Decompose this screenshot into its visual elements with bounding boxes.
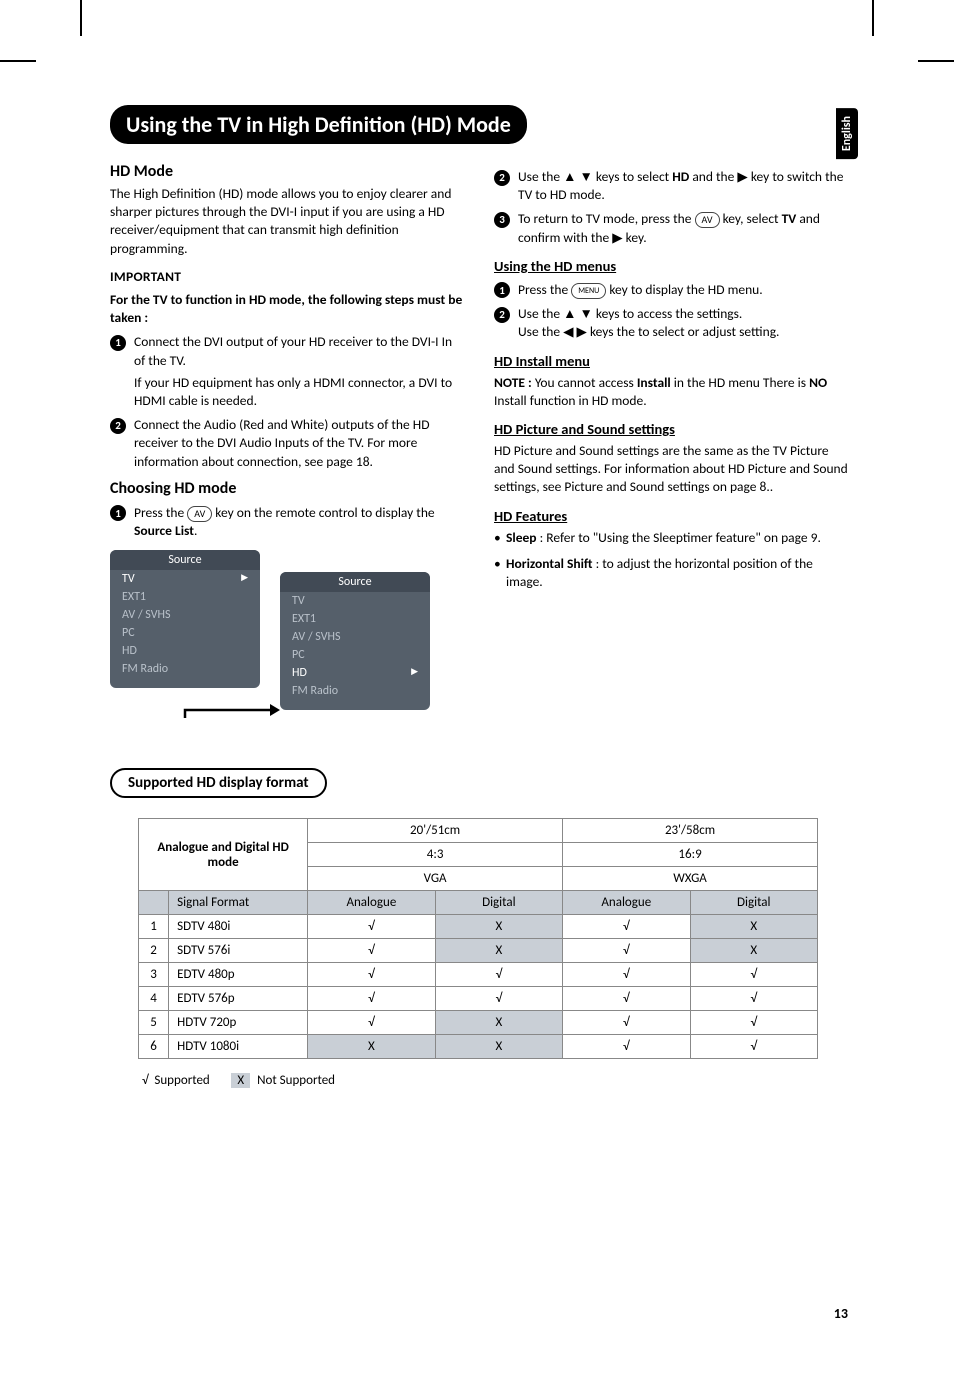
table-size-2: 23'/58cm (563, 819, 818, 843)
col-digital: Digital (690, 891, 817, 915)
hd-install-note: NOTE : You cannot access Install in the … (494, 374, 850, 410)
page-content: Using the TV in High Definition (HD) Mod… (110, 105, 850, 1088)
source-panel-header: Source (280, 572, 430, 592)
choosing-hd-heading: Choosing HD mode (110, 479, 466, 498)
choose-step-1-icon: 1 (110, 505, 126, 521)
right-step-2: 2 Use the ▲ ▼ keys to select HD and the … (494, 168, 850, 204)
r-step3-mid: key, select (720, 210, 782, 227)
feature-hshift: Horizontal Shift : to adjust the horizon… (494, 555, 850, 591)
source-item: HD (110, 642, 260, 660)
table-row: 3EDTV 480p √√ √√ (139, 963, 818, 987)
step-number-2-icon: 2 (494, 170, 510, 186)
av-key-icon: AV (695, 212, 720, 228)
important-heading: IMPORTANT (110, 268, 466, 285)
av-key-icon: AV (187, 506, 212, 522)
r-step2-mid: and the ▶ key to (689, 168, 787, 185)
hdmenu-step-1: 1 Press the MENU key to display the HD m… (494, 281, 850, 299)
choose-step-1: 1 Press the AV key on the remote control… (110, 504, 466, 540)
step-number-1-icon: 1 (110, 335, 126, 351)
triangle-right-icon: ▶ (411, 666, 418, 677)
arrow-icon (180, 700, 280, 720)
source-item: TV (280, 592, 430, 610)
step1-line-a: Connect the DVI output of your HD receiv… (134, 333, 466, 369)
feature-sleep: Sleep : Refer to "Using the Sleeptimer f… (494, 529, 850, 547)
hdmenu1-post: key to display the HD menu. (606, 281, 762, 298)
choose-step1-pre: Press the (134, 504, 187, 521)
step-number-2-icon: 2 (110, 418, 126, 434)
hdmenu-step-2: 2 Use the ▲ ▼ keys to access the setting… (494, 305, 850, 341)
menu-key-icon: MENU (571, 283, 606, 299)
source-item: AV / SVHS (110, 606, 260, 624)
choose-step1-end: . (194, 522, 197, 539)
triangle-right-icon: ▶ (241, 572, 248, 583)
step-number-1-icon: 1 (494, 282, 510, 298)
hdmenu2a: Use the ▲ ▼ keys to access the settings. (518, 305, 850, 323)
important-intro: For the TV to function in HD mode, the f… (110, 291, 466, 327)
hd-format-table: Analogue and Digital HD mode 20'/51cm 23… (138, 818, 818, 1059)
legend-check-icon: √ (142, 1073, 148, 1088)
legend: √ Supported X Not Supported (142, 1073, 850, 1088)
source-panel-right: Source TV EXT1 AV / SVHS PC HD▶ FM Radio (280, 572, 430, 710)
step-number-2-icon: 2 (494, 307, 510, 323)
col-digital: Digital (435, 891, 562, 915)
legend-supported: Supported (154, 1073, 209, 1088)
r-step2-bold: HD (672, 168, 689, 185)
r-step3-pre: To return to TV mode, press the (518, 210, 695, 227)
right-step-3: 3 To return to TV mode, press the AV key… (494, 210, 850, 246)
hdmenu2b: Use the ◀ ▶ keys the to select or adjust… (518, 323, 850, 341)
section-title-bar: Using the TV in High Definition (HD) Mod… (110, 105, 527, 144)
using-hd-menus-heading: Using the HD menus (494, 257, 850, 275)
step1-line-b: If your HD equipment has only a HDMI con… (134, 374, 466, 410)
hd-features-heading: HD Features (494, 507, 850, 525)
col-analogue: Analogue (563, 891, 690, 915)
table-ar-2: 16:9 (563, 843, 818, 867)
hd-pic-sound-heading: HD Picture and Sound settings (494, 420, 850, 438)
r-step2-pre: Use the ▲ ▼ keys to select (518, 168, 672, 185)
source-item: AV / SVHS (280, 628, 430, 646)
table-row: 2SDTV 576i √X √X (139, 939, 818, 963)
hd-mode-heading: HD Mode (110, 162, 466, 181)
table-res-2: WXGA (563, 867, 818, 891)
r-step3-bold: TV (782, 210, 797, 227)
source-item: EXT1 (110, 588, 260, 606)
step2-text: Connect the Audio (Red and White) output… (134, 416, 466, 471)
source-panel-left: Source TV▶ EXT1 AV / SVHS PC HD FM Radio (110, 550, 260, 688)
table-row: 6HDTV 1080i XX √√ (139, 1035, 818, 1059)
step-number-3-icon: 3 (494, 212, 510, 228)
table-ar-1: 4:3 (308, 843, 563, 867)
source-item: PC (280, 646, 430, 664)
source-item-tv: TV▶ (110, 570, 260, 588)
col-analogue: Analogue (308, 891, 435, 915)
table-size-1: 20'/51cm (308, 819, 563, 843)
table-row: 1SDTV 480i √X √X (139, 915, 818, 939)
right-column: 2 Use the ▲ ▼ keys to select HD and the … (494, 154, 850, 750)
col-signal-format: Signal Format (169, 891, 308, 915)
choose-step1-post: key on the remote control to display the (212, 504, 434, 521)
source-item: FM Radio (280, 682, 430, 700)
page-number: 13 (834, 1305, 848, 1322)
source-item: FM Radio (110, 660, 260, 678)
step-2: 2 Connect the Audio (Red and White) outp… (110, 416, 466, 471)
hdmenu1-pre: Press the (518, 281, 571, 298)
hd-mode-paragraph: The High Definition (HD) mode allows you… (110, 185, 466, 258)
table-res-1: VGA (308, 867, 563, 891)
legend-x-icon: X (231, 1073, 250, 1088)
hd-pic-sound-para: HD Picture and Sound settings are the sa… (494, 442, 850, 497)
choose-step1-bold: Source List (134, 522, 194, 539)
left-column: HD Mode The High Definition (HD) mode al… (110, 154, 466, 750)
source-diagram: Source TV▶ EXT1 AV / SVHS PC HD FM Radio… (110, 550, 466, 750)
hd-install-heading: HD Install menu (494, 352, 850, 370)
source-item: EXT1 (280, 610, 430, 628)
table-row: 4EDTV 576p √√ √√ (139, 987, 818, 1011)
supported-hd-format-heading: Supported HD display format (110, 768, 327, 798)
legend-not-supported: Not Supported (257, 1073, 335, 1088)
table-row: 5HDTV 720p √X √√ (139, 1011, 818, 1035)
source-item-hd: HD▶ (280, 664, 430, 682)
source-panel-header: Source (110, 550, 260, 570)
source-item: PC (110, 624, 260, 642)
step-1: 1 Connect the DVI output of your HD rece… (110, 333, 466, 410)
table-row-header: Analogue and Digital HD mode (139, 819, 308, 891)
